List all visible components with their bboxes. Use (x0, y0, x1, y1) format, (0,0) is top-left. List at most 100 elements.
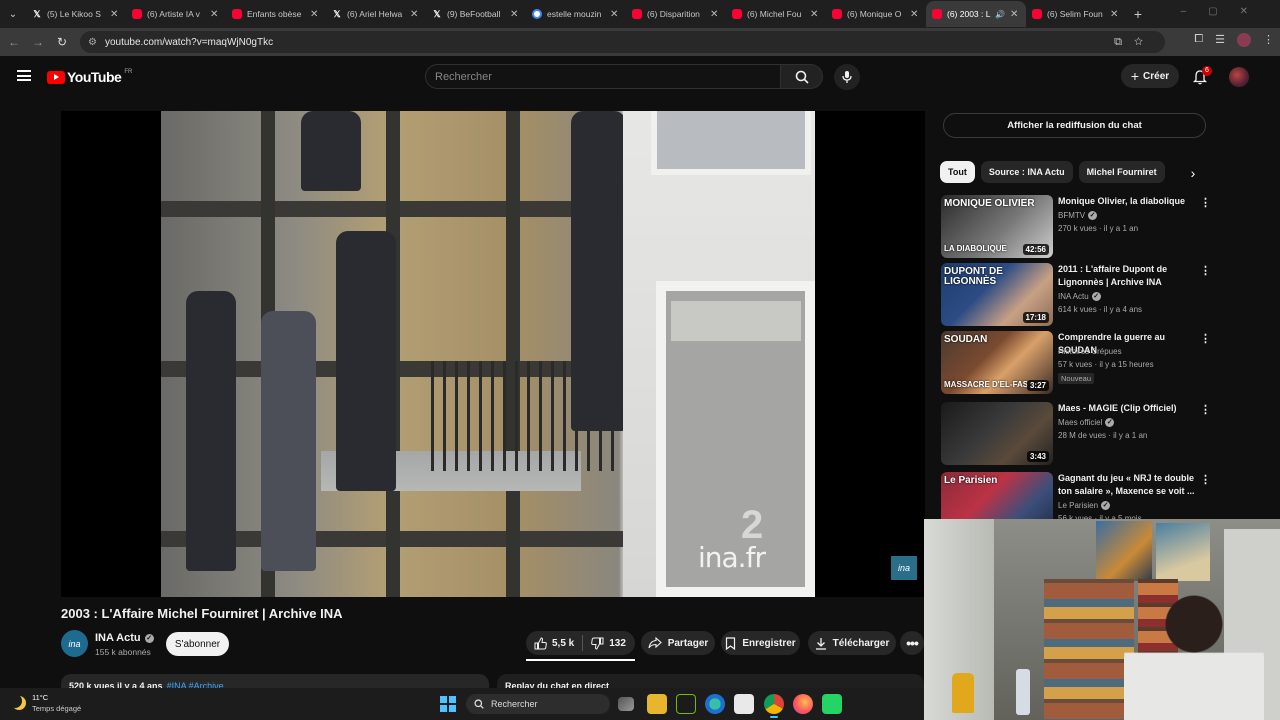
recommended-video[interactable]: DUPONT DE LIGONNÈS 17:18 2011 : L'affaire … (941, 263, 1211, 326)
more-vertical-icon[interactable]: ⋮ (1200, 403, 1211, 416)
channel-name[interactable]: INA Actu ✓ (1058, 292, 1101, 301)
firefox-icon[interactable] (793, 694, 813, 714)
browser-menu-icon[interactable]: ⋮ (1263, 33, 1274, 47)
browser-tab[interactable]: (6) Monique O ✕ (826, 1, 926, 27)
search-placeholder: Rechercher (435, 70, 492, 83)
chevron-right-icon[interactable]: › (1183, 162, 1203, 184)
task-view-icon[interactable] (618, 697, 634, 711)
audio-playing-icon[interactable]: 🔊 (995, 10, 1005, 19)
tab-search-dropdown-icon[interactable]: ⌄ (0, 0, 26, 28)
recommended-video[interactable]: MONIQUE OLIVIER LA DIABOLIQUE 42:56 Monique… (941, 195, 1211, 258)
video-title[interactable]: Maes - MAGIE (Clip Officiel) (1058, 402, 1198, 415)
tab-close-icon[interactable]: ✕ (910, 9, 920, 20)
region-code: FR (124, 69, 133, 75)
whatsapp-icon[interactable] (822, 694, 842, 714)
video-title[interactable]: Gagnant du jeu « NRJ te double ton salai… (1058, 472, 1198, 498)
dislike-button[interactable]: 132 (583, 631, 634, 655)
address-bar[interactable]: ⚙ youtube.com/watch?v=maqWjN0gTkc ⧉☆ (80, 31, 1165, 53)
browser-tab[interactable]: Enfants obèse ✕ (226, 1, 326, 27)
youtube-logo[interactable]: YouTube FR (47, 69, 132, 85)
show-chat-replay-button[interactable]: Afficher la rediffusion du chat (943, 113, 1206, 138)
video-thumbnail[interactable]: 3:43 (941, 402, 1053, 465)
filter-chip[interactable]: Source : INA Actu (980, 161, 1073, 183)
thumbnail-text: Le Parisien (944, 475, 998, 486)
browser-tab[interactable]: (6) Artiste IA v ✕ (126, 1, 226, 27)
create-button[interactable]: + Créer (1121, 64, 1179, 88)
tab-close-icon[interactable]: ✕ (210, 9, 220, 20)
tab-close-icon[interactable]: ✕ (510, 9, 520, 20)
tab-close-icon[interactable]: ✕ (610, 9, 620, 20)
more-vertical-icon[interactable]: ⋮ (1200, 473, 1211, 486)
x-icon: 𝕏 (333, 9, 341, 19)
back-icon[interactable]: ← (2, 35, 26, 49)
menu-icon[interactable] (17, 70, 31, 81)
video-title[interactable]: Monique Olivier, la diabolique (1058, 195, 1198, 208)
tab-close-icon[interactable]: ✕ (710, 9, 720, 20)
browser-tab[interactable]: (6) Selim Foun ✕ (1026, 1, 1126, 27)
microsoft-store-icon[interactable] (734, 694, 754, 714)
chrome-icon[interactable] (764, 694, 784, 718)
user-avatar[interactable] (1229, 67, 1249, 87)
profile-avatar[interactable] (1237, 33, 1251, 47)
tab-close-icon[interactable]: ✕ (110, 9, 120, 20)
browser-tab[interactable]: 𝕏 (6) Ariel Helwa ✕ (326, 1, 426, 27)
search-input[interactable]: Rechercher (425, 64, 781, 89)
video-thumbnail[interactable]: SOUDAN MASSACRE D'EL-FAS 3:27 (941, 331, 1053, 394)
filter-chip[interactable]: Tout (940, 161, 975, 183)
taskbar-search[interactable]: Rechercher (466, 694, 610, 714)
tab-close-icon[interactable]: ✕ (810, 9, 820, 20)
like-button[interactable]: 5,5 k (526, 631, 582, 655)
channel-name[interactable]: BFMTV ✓ (1058, 211, 1098, 220)
forward-icon[interactable]: → (26, 35, 50, 49)
more-vertical-icon[interactable]: ⋮ (1200, 264, 1211, 277)
more-actions-button[interactable]: ••• (900, 631, 924, 655)
browser-tab[interactable]: 𝕏 (5) Le Kikoo S ✕ (26, 1, 126, 27)
channel-name[interactable]: Histoires Crépues (1058, 347, 1122, 356)
channel-watermark-logo[interactable]: ina (891, 556, 917, 580)
channel-avatar[interactable]: ina (61, 630, 88, 657)
save-button[interactable]: Enregistrer (721, 631, 800, 655)
voice-search-button[interactable] (834, 64, 860, 90)
reload-icon[interactable]: ↻ (50, 35, 74, 49)
browser-tab[interactable]: (6) Michel Fou ✕ (726, 1, 826, 27)
reading-list-icon[interactable]: ☰ (1215, 33, 1225, 47)
browser-tab[interactable]: (6) Disparition ✕ (626, 1, 726, 27)
channel-name[interactable]: Le Parisien ✓ (1058, 501, 1111, 510)
search-button[interactable] (781, 64, 823, 89)
channel-name[interactable]: INA Actu ✓ (95, 632, 154, 644)
browser-toolbar: ← → ↻ ⚙ youtube.com/watch?v=maqWjN0gTkc … (0, 28, 1280, 56)
new-tab-button[interactable]: + (1126, 6, 1150, 22)
omnibox-actions[interactable]: ⧉☆ (1114, 36, 1155, 49)
browser-tab[interactable]: (6) 2003 : L 🔊 ✕ (926, 1, 1026, 27)
download-button[interactable]: Télécharger (808, 631, 896, 655)
window-controls[interactable]: –▢✕ (1181, 6, 1270, 17)
download-label: Télécharger (832, 637, 890, 649)
browser-tab[interactable]: estelle mouzin ✕ (526, 1, 626, 27)
video-thumbnail[interactable]: DUPONT DE LIGONNÈS 17:18 (941, 263, 1053, 326)
share-button[interactable]: Partager (641, 631, 715, 655)
extensions-icon[interactable]: ⧠ (1194, 33, 1203, 47)
edge-icon[interactable] (705, 694, 725, 714)
tab-close-icon[interactable]: ✕ (410, 9, 420, 20)
more-vertical-icon[interactable]: ⋮ (1200, 196, 1211, 209)
tab-close-icon[interactable]: ✕ (1010, 9, 1020, 20)
subscribe-button[interactable]: S'abonner (166, 632, 229, 656)
site-info-icon[interactable]: ⚙ (88, 37, 97, 48)
video-player[interactable]: 2 ina.fr ina (61, 111, 925, 597)
browser-tab[interactable]: 𝕏 (9) BeFootball ✕ (426, 1, 526, 27)
recommended-video[interactable]: SOUDAN MASSACRE D'EL-FAS 3:27 Comprendre la… (941, 331, 1211, 394)
nvidia-icon[interactable] (676, 694, 696, 714)
video-title[interactable]: 2011 : L'affaire Dupont de Lignonnès | A… (1058, 263, 1198, 289)
filter-chip[interactable]: Michel Fourniret (1078, 161, 1165, 183)
recommended-video[interactable]: 3:43 Maes - MAGIE (Clip Officiel) Maes off… (941, 402, 1211, 465)
tab-close-icon[interactable]: ✕ (1110, 9, 1120, 20)
video-thumbnail[interactable]: MONIQUE OLIVIER LA DIABOLIQUE 42:56 (941, 195, 1053, 258)
weather-widget[interactable]: 11°C Temps dégagé (12, 693, 81, 713)
more-vertical-icon[interactable]: ⋮ (1200, 332, 1211, 345)
windows-start-icon[interactable] (440, 696, 456, 712)
channel-name[interactable]: Maes officiel ✓ (1058, 418, 1115, 427)
tab-close-icon[interactable]: ✕ (310, 9, 320, 20)
plus-icon: + (1130, 68, 1140, 84)
x-icon: 𝕏 (33, 9, 41, 19)
file-explorer-icon[interactable] (647, 694, 667, 714)
